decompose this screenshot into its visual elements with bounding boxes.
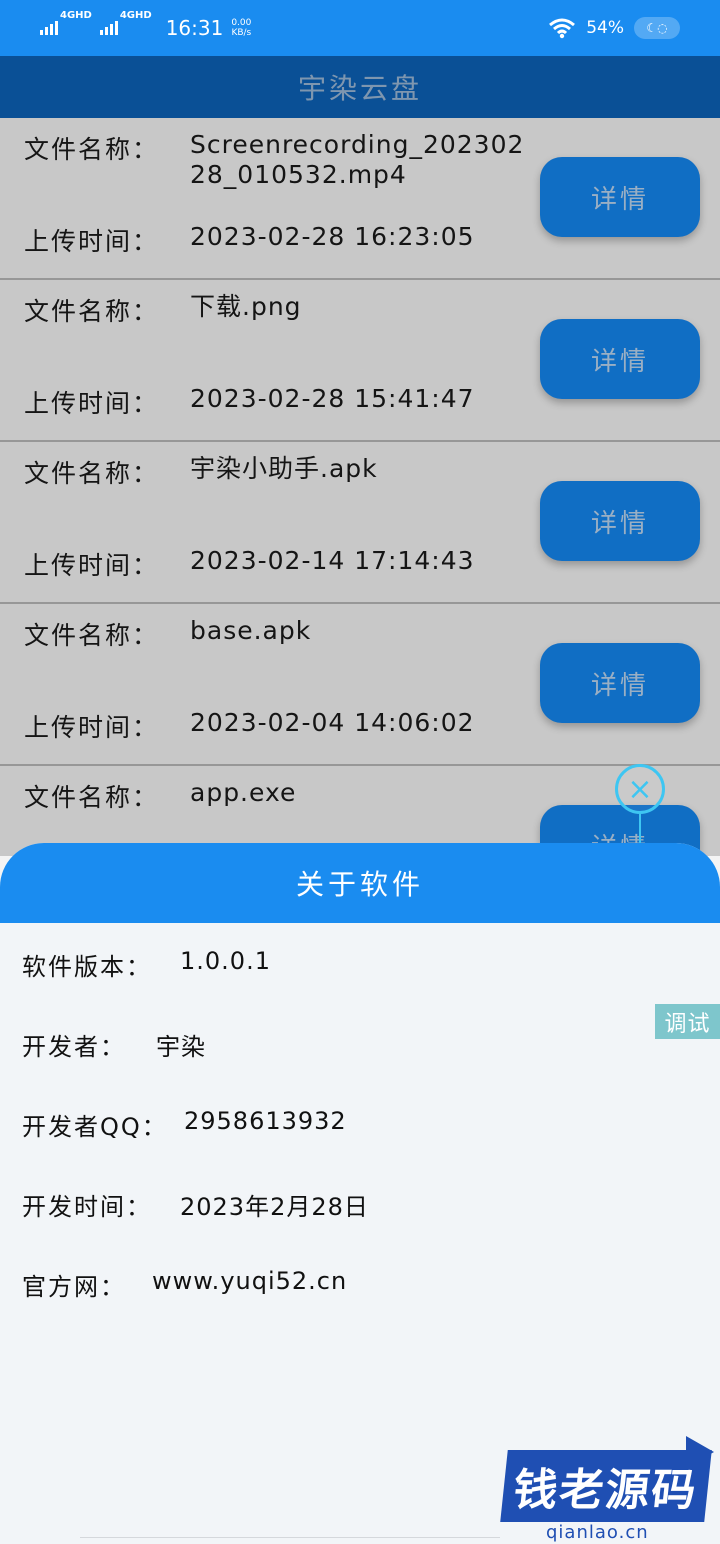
- network-speed-value: 0.00: [231, 18, 252, 28]
- developer-label: 开发者：: [22, 1033, 126, 1061]
- status-bar: 4GHD 4GHD 16:31 0.00 KB/s 54% ☾◌: [0, 0, 720, 56]
- signal-1: 4GHD: [40, 10, 92, 35]
- list-item: 文件名称： Screenrecording_20230228_010532.mp…: [0, 118, 720, 280]
- detail-button[interactable]: 详情: [540, 481, 700, 561]
- file-name: app.exe: [190, 778, 297, 807]
- list-item: 文件名称： 下载.png 上传时间： 2023-02-28 15:41:47 详…: [0, 280, 720, 442]
- upload-time-label: 上传时间：: [24, 389, 160, 418]
- file-name: 下载.png: [190, 292, 302, 321]
- file-name: Screenrecording_20230228_010532.mp4: [190, 130, 525, 189]
- list-item: 文件名称： base.apk 上传时间： 2023-02-04 14:06:02…: [0, 604, 720, 766]
- list-item: 文件名称： 宇染小助手.apk 上传时间： 2023-02-14 17:14:4…: [0, 442, 720, 604]
- developer-value: 宇染: [156, 1033, 206, 1061]
- do-not-disturb-icon: ☾◌: [634, 17, 680, 39]
- site-link[interactable]: www.yuqi52.cn: [152, 1267, 347, 1302]
- date-label: 开发时间：: [22, 1193, 152, 1221]
- file-name-label: 文件名称：: [24, 783, 160, 812]
- developer-row: 开发者： 宇染: [22, 1027, 206, 1062]
- sheet-title: 关于软件: [295, 868, 424, 901]
- sheet-header: 关于软件: [0, 843, 720, 923]
- qq-row: 开发者QQ： 2958613932: [22, 1107, 347, 1142]
- file-list: 文件名称： Screenrecording_20230228_010532.mp…: [0, 118, 720, 928]
- watermark-text: 钱老源码: [500, 1450, 712, 1522]
- date-row: 开发时间： 2023年2月28日: [22, 1187, 369, 1222]
- file-name-label: 文件名称：: [24, 459, 160, 488]
- file-name-label: 文件名称：: [24, 135, 160, 164]
- page-title: 宇染云盘: [297, 72, 422, 105]
- clock: 16:31: [165, 16, 224, 40]
- upload-time-label: 上传时间：: [24, 713, 160, 742]
- file-name-label: 文件名称：: [24, 297, 160, 326]
- upload-time: 2023-02-28 16:23:05: [190, 222, 475, 251]
- network-type-2: 4GHD: [119, 10, 152, 21]
- bottom-edge: [80, 1537, 500, 1544]
- version-value: 1.0.0.1: [180, 947, 271, 975]
- signal-bars-icon: [40, 21, 58, 35]
- site-row: 官方网： www.yuqi52.cn: [22, 1267, 347, 1302]
- detail-button[interactable]: 详情: [540, 643, 700, 723]
- watermark-logo: 钱老源码 qianlao.cn: [496, 1436, 720, 1544]
- watermark-url: qianlao.cn: [546, 1522, 649, 1543]
- network-type-1: 4GHD: [60, 10, 92, 21]
- network-speed: 0.00 KB/s: [231, 18, 251, 38]
- upload-time-label: 上传时间：: [24, 227, 160, 256]
- wifi-icon: [549, 18, 576, 39]
- app-title-bar: 宇染云盘: [0, 56, 720, 118]
- upload-time: 2023-02-04 14:06:02: [190, 708, 475, 737]
- qq-label: 开发者QQ：: [22, 1113, 168, 1141]
- version-label: 软件版本：: [22, 953, 152, 981]
- file-name: base.apk: [190, 616, 312, 645]
- file-name-label: 文件名称：: [24, 621, 160, 650]
- debug-tag[interactable]: 调试: [655, 1004, 720, 1039]
- signal-2: 4GHD: [99, 10, 152, 35]
- version-row: 软件版本： 1.0.0.1: [22, 947, 271, 982]
- close-connector: [639, 814, 641, 846]
- battery-percent: 54%: [586, 18, 624, 38]
- file-name: 宇染小助手.apk: [190, 454, 378, 483]
- network-speed-unit: KB/s: [231, 28, 252, 38]
- detail-button[interactable]: 详情: [540, 157, 700, 237]
- upload-time: 2023-02-28 15:41:47: [190, 384, 475, 413]
- upload-time-label: 上传时间：: [24, 551, 160, 580]
- date-value: 2023年2月28日: [180, 1193, 369, 1221]
- qq-value: 2958613932: [184, 1107, 347, 1135]
- signal-bars-icon: [99, 21, 118, 35]
- site-label: 官方网：: [22, 1273, 126, 1301]
- close-icon[interactable]: ×: [615, 764, 665, 814]
- upload-time: 2023-02-14 17:14:43: [190, 546, 475, 575]
- detail-button[interactable]: 详情: [540, 319, 700, 399]
